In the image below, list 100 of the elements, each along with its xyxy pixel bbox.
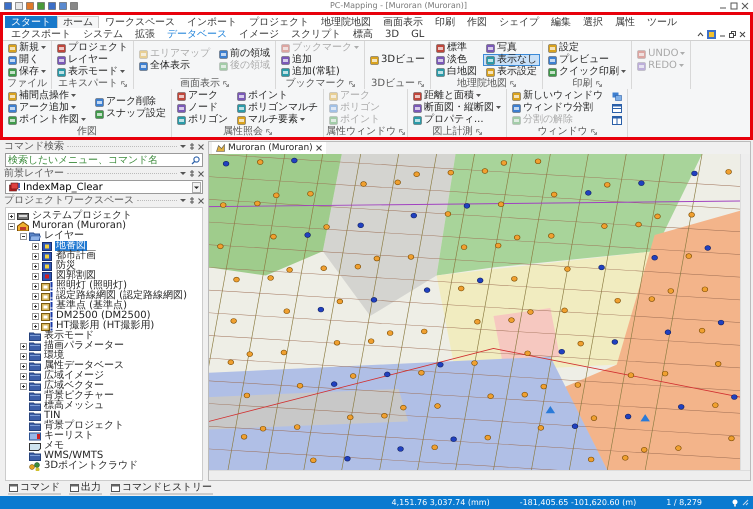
split-window-button[interactable] — [609, 114, 625, 126]
dialog-launcher-icon[interactable] — [590, 128, 596, 134]
ribbon-button[interactable]: ウィンドウ分割 — [509, 102, 606, 114]
ribbon-button[interactable]: 写真 — [483, 42, 540, 54]
ribbon-button[interactable]: 追加(常駐) — [278, 66, 362, 78]
collapse-icon[interactable] — [8, 222, 15, 230]
close-icon[interactable] — [198, 170, 204, 176]
dialog-launcher-icon[interactable] — [266, 128, 272, 134]
ribbon-button[interactable]: レイヤー — [54, 54, 131, 66]
close-icon[interactable] — [198, 144, 204, 150]
expand-icon[interactable] — [20, 352, 27, 360]
dialog-launcher-icon[interactable] — [348, 80, 354, 86]
tree-item[interactable]: 照明灯 (照明灯) — [55, 281, 128, 291]
tree-item[interactable]: 3Dポイントクラウド — [43, 461, 140, 471]
ribbon-tab[interactable]: イメージ — [233, 28, 285, 40]
expand-icon[interactable] — [32, 302, 39, 310]
tree-item[interactable]: 広域イメージ — [43, 371, 105, 381]
tree-item[interactable]: 基準点 (基準点) — [55, 301, 128, 311]
ribbon-button[interactable]: 開く — [5, 54, 49, 66]
dropdown-icon[interactable] — [180, 144, 186, 149]
ribbon-tab[interactable]: 編集 — [545, 16, 577, 28]
close-icon[interactable] — [741, 2, 749, 10]
ribbon-button[interactable]: 全体表示 — [136, 60, 213, 72]
close-icon[interactable] — [198, 198, 204, 204]
tree-item[interactable]: TIN — [43, 411, 62, 421]
dropdown-icon[interactable] — [180, 198, 186, 203]
ribbon-tab[interactable]: 画面表示 — [377, 16, 429, 28]
close-icon[interactable] — [316, 145, 322, 151]
ribbon-button[interactable]: 表示設定 — [483, 66, 540, 78]
ribbon-button[interactable]: プレビュー — [545, 54, 630, 66]
expand-icon[interactable] — [8, 212, 15, 220]
ribbon-button[interactable]: ポイント — [234, 90, 321, 102]
tree-item[interactable]: Muroran (Muroran) — [31, 221, 128, 231]
ribbon-tab[interactable]: ホーム — [57, 16, 99, 28]
resize-grip-icon[interactable] — [742, 499, 749, 506]
ribbon-button[interactable]: ポリゴンマルチ — [234, 102, 321, 114]
ribbon-button[interactable]: アーク追加 — [5, 102, 89, 114]
expand-icon[interactable] — [32, 272, 39, 280]
ribbon-button[interactable]: 前の領域 — [216, 48, 273, 60]
ribbon-button[interactable]: 3Dビュー — [367, 54, 428, 66]
tree-item[interactable]: 図郭割図 — [55, 271, 97, 281]
ribbon-tab[interactable]: 選択 — [577, 16, 609, 28]
ribbon-button[interactable]: 表示モード — [54, 66, 131, 78]
dialog-launcher-icon[interactable] — [510, 80, 516, 86]
ribbon-button[interactable]: プロパティ... — [410, 114, 504, 126]
ribbon-button[interactable]: 補間点操作 — [5, 90, 89, 102]
ribbon-button[interactable]: プロジェクト — [54, 42, 131, 54]
expand-icon[interactable] — [32, 322, 39, 330]
tree-item[interactable]: 環境 — [43, 351, 65, 361]
tree-item[interactable]: WMS/WMTS — [43, 451, 104, 461]
ribbon-tab[interactable]: 印刷 — [429, 16, 461, 28]
collapse-icon[interactable] — [20, 232, 27, 240]
expand-icon[interactable] — [20, 372, 27, 380]
ribbon-button[interactable]: アーク — [174, 90, 231, 102]
ribbon-button[interactable]: 新しいウィンドウ — [509, 90, 606, 102]
search-field[interactable]: 検索したいメニュー、コマンド名 — [5, 153, 203, 167]
ribbon-tab[interactable]: データベース — [161, 28, 233, 40]
expand-icon[interactable] — [20, 342, 27, 350]
ribbon-tab[interactable]: エクスポート — [5, 28, 77, 40]
ribbon-tab[interactable]: スタート — [5, 16, 57, 28]
ribbon-tab[interactable]: ツール — [641, 16, 683, 28]
tree-item[interactable]: 標高メッシュ — [43, 401, 105, 411]
tree-item[interactable]: 広域ベクター — [43, 381, 105, 391]
ribbon-button[interactable]: ポイント作図 — [5, 114, 89, 126]
ribbon-tab[interactable]: 地理院地図 — [315, 16, 377, 28]
tree-item[interactable]: レイヤー — [43, 231, 85, 241]
ribbon-button[interactable]: アーク削除 — [92, 96, 169, 108]
app-icon[interactable] — [707, 30, 716, 39]
tree-item[interactable]: DM2500 (DM2500) — [55, 311, 152, 321]
ribbon-tab[interactable]: 拡張 — [129, 28, 161, 40]
tree-item[interactable]: キーリスト — [43, 431, 95, 441]
ribbon-button[interactable]: スナップ設定 — [92, 108, 169, 120]
ribbon-button[interactable]: マルチ要素 — [234, 114, 321, 126]
ribbon-button[interactable]: 淡色 — [433, 54, 480, 66]
dialog-launcher-icon[interactable] — [476, 128, 482, 134]
ribbon-button[interactable]: 追加 — [278, 54, 362, 66]
expand-icon[interactable] — [32, 262, 39, 270]
tree-item[interactable]: HT撮影用 (HT撮影用) — [55, 321, 156, 331]
pin-icon[interactable] — [189, 197, 195, 204]
ribbon-button[interactable]: ポリゴン — [174, 114, 231, 126]
tree-item[interactable]: 認定路線網図 (認定路線網図) — [55, 291, 188, 301]
restore-icon[interactable] — [729, 31, 736, 38]
ribbon-button[interactable]: 断面図・縦断図 — [410, 102, 504, 114]
ribbon-button[interactable]: 距離と面積 — [410, 90, 504, 102]
expand-icon[interactable] — [32, 242, 39, 250]
ribbon-tab[interactable]: ワークスペース — [99, 16, 181, 28]
expand-icon[interactable] — [32, 312, 39, 320]
expand-icon[interactable] — [20, 362, 27, 370]
tree-item[interactable]: 背景プロジェクト — [43, 421, 125, 431]
tree-item[interactable]: 属性データベース — [43, 361, 125, 371]
tree-item[interactable]: 描画パラメーター — [43, 341, 125, 351]
ribbon-button[interactable]: クイック印刷 — [545, 66, 630, 78]
expand-icon[interactable] — [32, 292, 39, 300]
ribbon-tab[interactable]: 作図 — [461, 16, 493, 28]
maximize-icon[interactable] — [730, 2, 738, 10]
dialog-launcher-icon[interactable] — [121, 80, 127, 86]
pin-icon[interactable] — [189, 170, 195, 177]
ribbon-tab[interactable]: 標高 — [347, 28, 379, 40]
expand-icon[interactable] — [32, 252, 39, 260]
ribbon-button[interactable]: 標準 — [433, 42, 480, 54]
